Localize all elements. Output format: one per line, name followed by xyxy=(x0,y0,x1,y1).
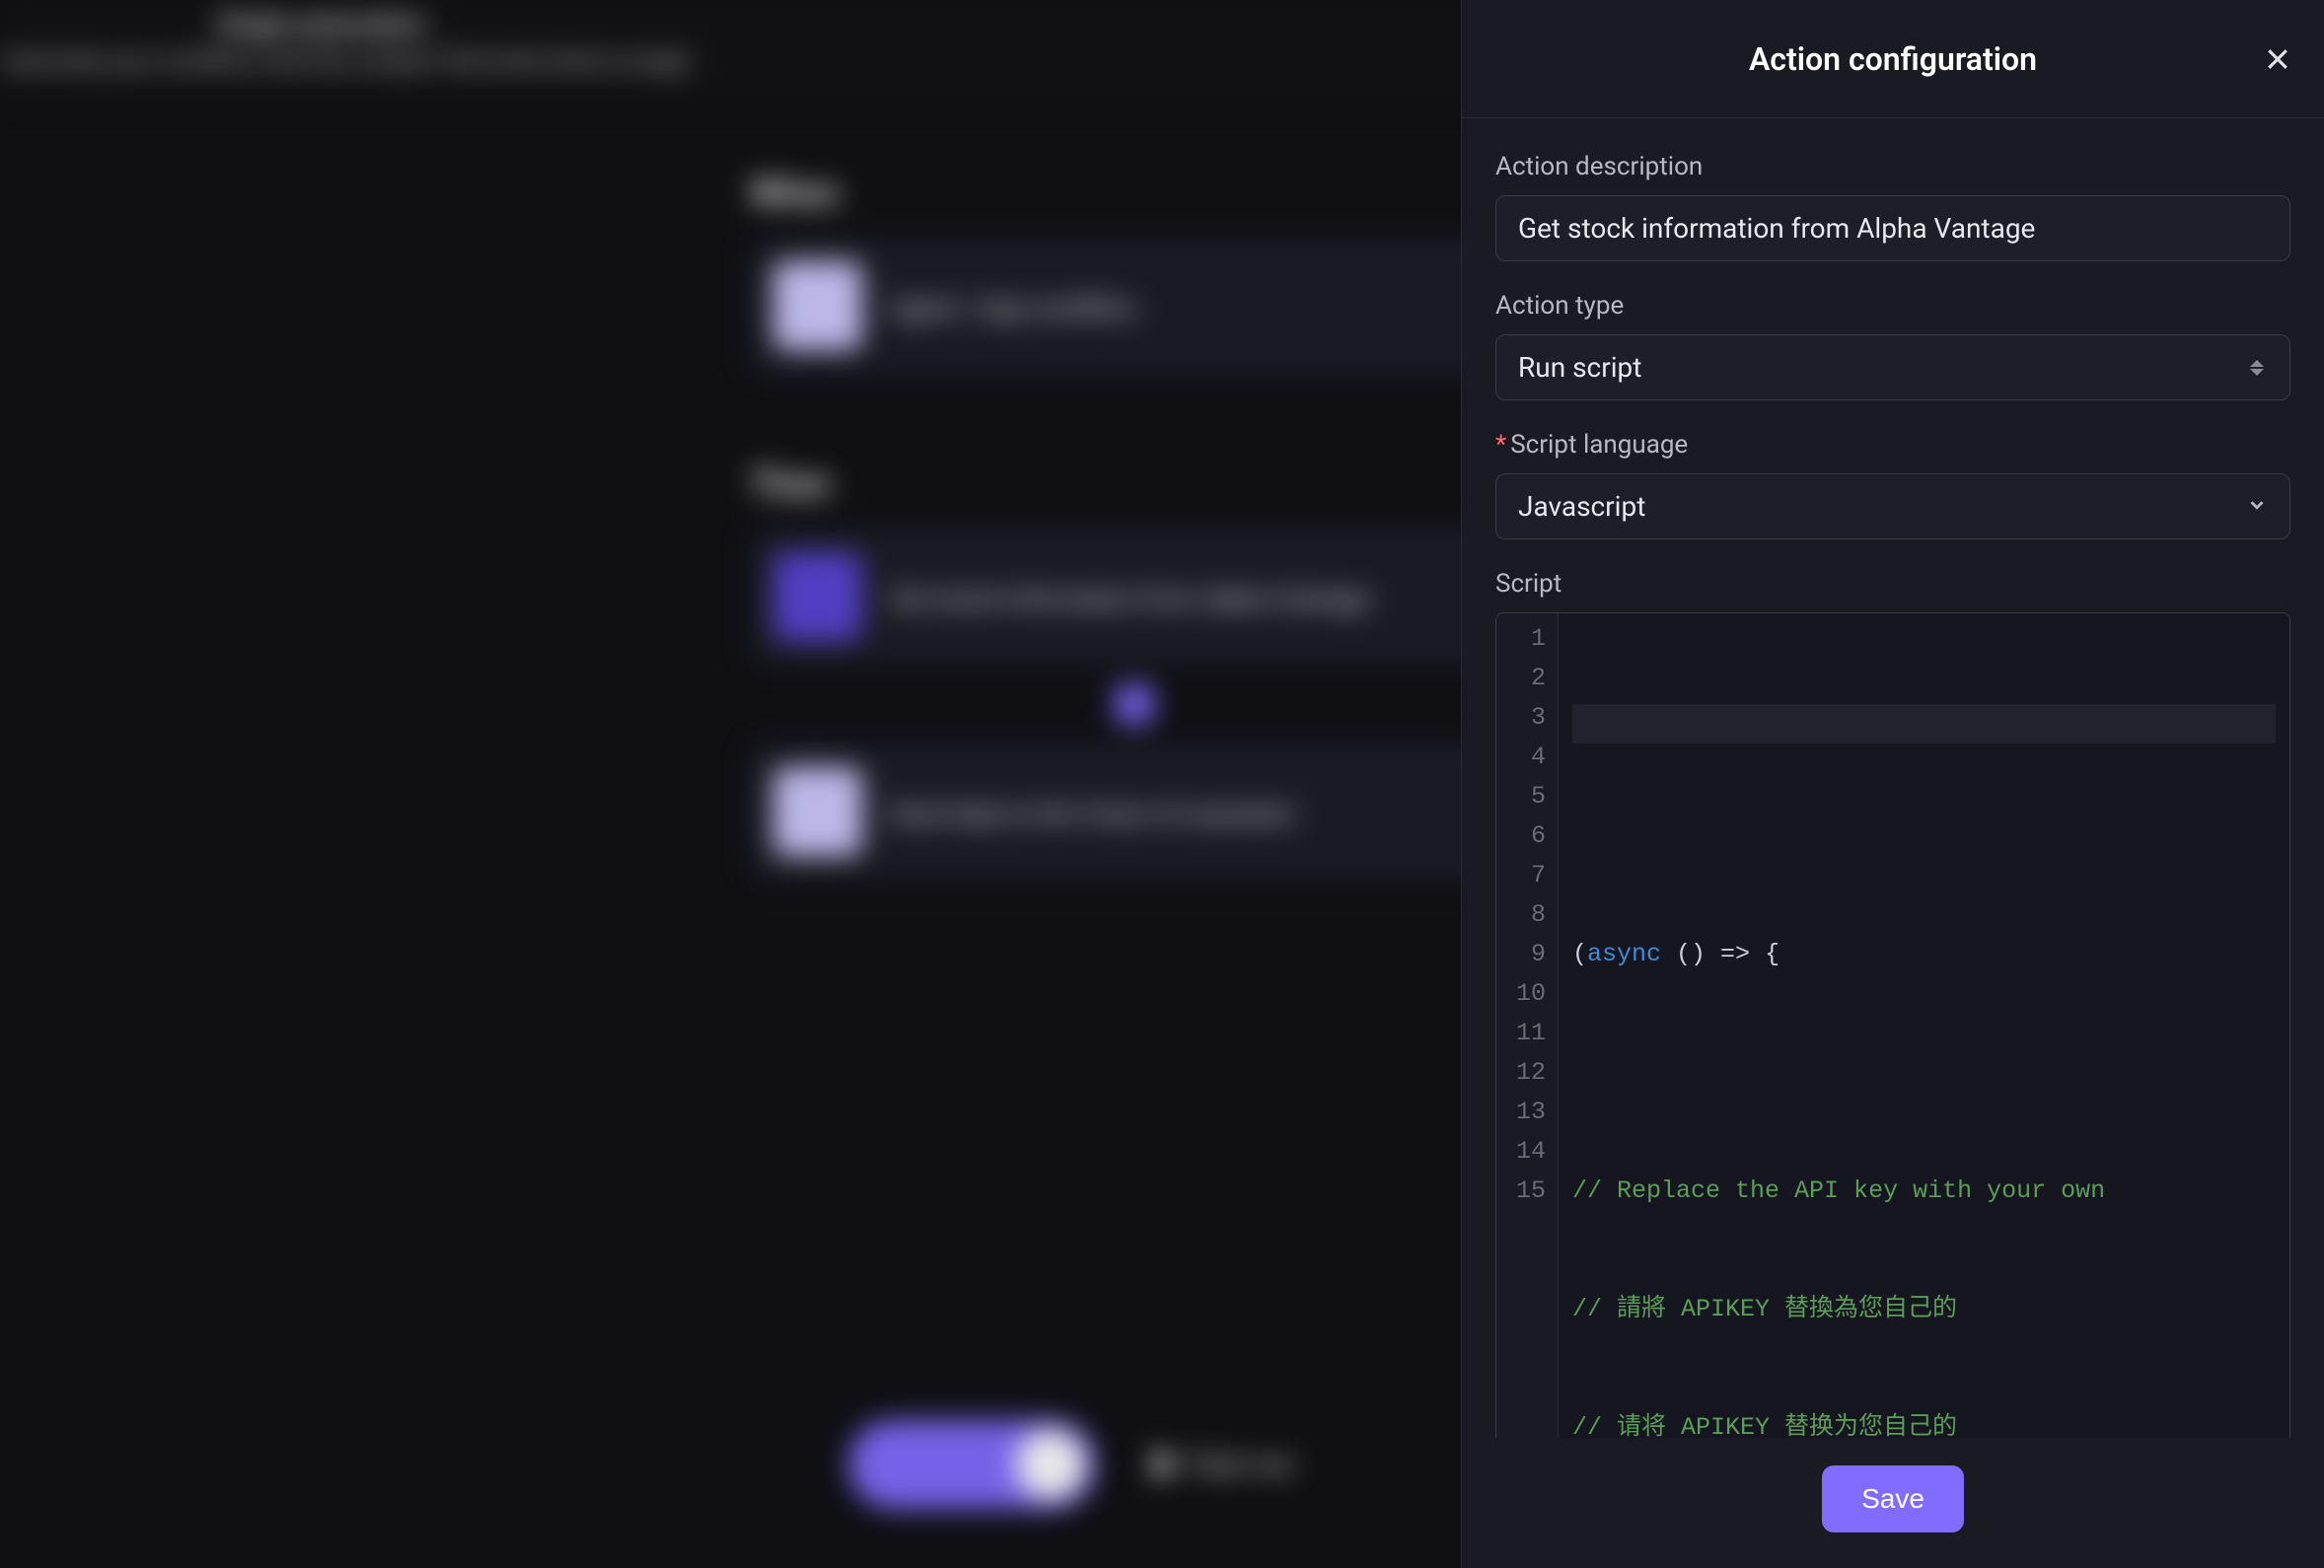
field-script-language: *Script language Javascript xyxy=(1495,430,2290,539)
code-gutter: 1 2 3 4 5 6 7 8 9 10 11 12 13 14 15 xyxy=(1496,613,1559,1438)
script-language-value: Javascript xyxy=(1518,490,1645,523)
action-type-select[interactable]: Run script xyxy=(1495,334,2290,400)
bg-card-when: Agent / App workflow xyxy=(750,238,1519,374)
code-line-3 xyxy=(1572,1053,2276,1093)
panel-body: Action description Get stock information… xyxy=(1462,118,2324,1438)
code-line-2: (async () => { xyxy=(1572,935,2276,974)
field-action-type: Action type Run script xyxy=(1495,291,2290,400)
bg-toggle xyxy=(848,1420,1095,1509)
script-language-select[interactable]: Javascript xyxy=(1495,473,2290,539)
code-line-5: // 請將 APIKEY 替換為您自己的 xyxy=(1572,1290,2276,1329)
bg-card-then-1: Get stock information from Alpha Vantage xyxy=(750,529,1519,665)
action-config-panel: Action configuration Action description … xyxy=(1461,0,2324,1568)
chevron-up-down-icon xyxy=(2246,357,2268,379)
code-line-1 xyxy=(1572,817,2276,856)
label-script: Script xyxy=(1495,569,2290,599)
chevron-down-icon xyxy=(2246,490,2268,523)
code-line-4: // Replace the API key with your own xyxy=(1572,1172,2276,1211)
field-action-description: Action description Get stock information… xyxy=(1495,152,2290,261)
save-button[interactable]: Save xyxy=(1822,1465,1964,1532)
bg-then-heading: Then xyxy=(750,463,1519,505)
bg-subtitle: Automate your workflow with this simple … xyxy=(0,47,690,75)
bg-title: Single automation xyxy=(217,10,426,39)
panel-footer: Save xyxy=(1462,1438,2324,1568)
label-action-type: Action type xyxy=(1495,291,2290,321)
field-script: Script 1 2 3 4 5 6 7 8 9 10 11 12 13 14 xyxy=(1495,569,2290,1438)
label-action-description: Action description xyxy=(1495,152,2290,181)
code-content[interactable]: (async () => { // Replace the API key wi… xyxy=(1559,613,2289,1438)
close-icon[interactable] xyxy=(2263,44,2292,74)
bg-card-then-2: Send data to the Vision AI assistant xyxy=(750,744,1519,880)
panel-header: Action configuration xyxy=(1462,0,2324,118)
action-description-value: Get stock information from Alpha Vantage xyxy=(1518,212,2035,245)
action-type-value: Run script xyxy=(1518,351,1641,384)
script-editor[interactable]: 1 2 3 4 5 6 7 8 9 10 11 12 13 14 15 xyxy=(1495,612,2290,1438)
bg-when-heading: When xyxy=(750,173,1519,214)
code-line-6: // 请将 APIKEY 替换为您自己的 xyxy=(1572,1408,2276,1438)
bg-test-run: Test run xyxy=(1154,1448,1294,1482)
label-script-language: *Script language xyxy=(1495,430,2290,460)
active-line-highlight xyxy=(1572,704,2276,744)
action-description-input[interactable]: Get stock information from Alpha Vantage xyxy=(1495,195,2290,261)
panel-title: Action configuration xyxy=(1749,40,2037,78)
required-star: * xyxy=(1495,430,1506,460)
